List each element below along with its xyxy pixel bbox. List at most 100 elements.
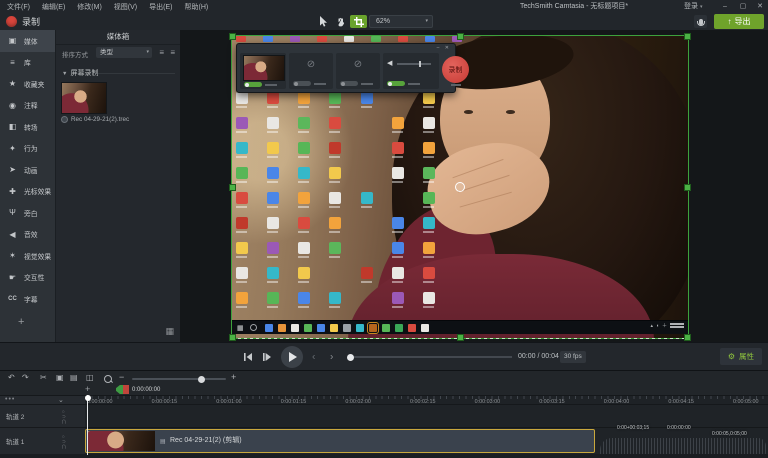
in-marker-icon[interactable] bbox=[116, 385, 123, 394]
taskbar-app-icon bbox=[382, 324, 390, 332]
sidebar-item-cursor-effects[interactable]: ✚光标效果 bbox=[0, 181, 55, 203]
copy-icon[interactable]: ▣ bbox=[56, 373, 64, 382]
ruler-label: 0:00:01:00 bbox=[216, 399, 241, 405]
speaker-icon: ◀ bbox=[7, 230, 18, 239]
desktop-icon bbox=[392, 267, 404, 279]
jump-back-button[interactable]: ‹ bbox=[312, 352, 315, 363]
close-button[interactable]: ✕ bbox=[753, 0, 767, 13]
edit-cursor-tool[interactable] bbox=[314, 15, 331, 28]
desktop-icon bbox=[361, 292, 392, 317]
previous-frame-button[interactable] bbox=[243, 352, 253, 362]
timeline-zoom-icon[interactable] bbox=[104, 375, 112, 383]
desktop-icon bbox=[361, 142, 392, 167]
voice-narration-button[interactable] bbox=[694, 15, 707, 28]
sign-in-button[interactable]: 登录 ▾ bbox=[684, 0, 702, 13]
sidebar-item-library[interactable]: ≡库 bbox=[0, 52, 55, 74]
play-button[interactable] bbox=[281, 346, 303, 368]
sidebar-item-behaviors[interactable]: ✦行为 bbox=[0, 138, 55, 160]
sort-ascending-icon[interactable]: ≡ bbox=[159, 48, 164, 57]
playhead-in-out-marker[interactable]: 0:00:00:00 bbox=[116, 385, 160, 394]
crop-handle-e[interactable] bbox=[684, 184, 691, 191]
track-2-header: 轨道 2 ○⊃⋂ bbox=[0, 405, 85, 428]
sort-by-select[interactable]: 类型▾ bbox=[96, 47, 152, 58]
split-icon[interactable]: ◫ bbox=[86, 373, 94, 382]
track-1-header: 轨道 1 ○⊃⋂ bbox=[0, 428, 85, 455]
screen-recording-group-header[interactable]: ▼屏幕录制 bbox=[62, 68, 98, 78]
ruler-label: 0:00:04:15 bbox=[668, 399, 693, 405]
track-options-icon[interactable]: ••• bbox=[5, 396, 15, 403]
canvas-zoom-select[interactable]: 62% ▾ bbox=[369, 15, 433, 28]
desktop-icon bbox=[236, 167, 248, 179]
maximize-button[interactable]: ▢ bbox=[736, 0, 750, 13]
recorder-titlebar: – ✕ bbox=[237, 44, 455, 52]
animation-arrow-icon: ➤ bbox=[7, 165, 18, 174]
menu-view[interactable]: 视图(V) bbox=[114, 2, 137, 12]
microphone-icon: Ψ bbox=[7, 208, 18, 217]
more-tools-button[interactable]: + bbox=[18, 316, 24, 328]
add-track-button[interactable]: + bbox=[85, 384, 90, 394]
timeline-clip[interactable]: ▤ Rec 04-29-21(2) (剪辑) bbox=[85, 429, 595, 453]
collapse-tracks-icon[interactable]: ⌄ bbox=[58, 396, 64, 404]
sidebar-item-annotations[interactable]: ◉注释 bbox=[0, 95, 55, 117]
sidebar-item-audio-effects[interactable]: ◀音效 bbox=[0, 224, 55, 246]
crop-handle-n[interactable] bbox=[457, 33, 464, 40]
timeline-zoom-slider[interactable] bbox=[132, 378, 226, 380]
crop-tool[interactable] bbox=[350, 15, 367, 28]
track-lock-icon[interactable]: ⋂ bbox=[62, 444, 66, 449]
sidebar-item-voice-narration[interactable]: Ψ旁白 bbox=[0, 202, 55, 224]
cut-icon[interactable]: ✂ bbox=[40, 373, 47, 382]
crop-handle-ne[interactable] bbox=[684, 33, 691, 40]
minimize-button[interactable]: – bbox=[718, 0, 732, 13]
paste-icon[interactable]: ▤ bbox=[70, 373, 78, 382]
properties-button[interactable]: ⚙ 属性 bbox=[720, 348, 762, 365]
timeline-scroll-strip[interactable] bbox=[0, 454, 768, 458]
sidebar-item-captions[interactable]: CC字幕 bbox=[0, 288, 55, 310]
crop-handle-nw[interactable] bbox=[229, 33, 236, 40]
jump-forward-button[interactable]: › bbox=[330, 352, 333, 363]
crop-handle-s[interactable] bbox=[457, 334, 464, 341]
zoom-out-button[interactable]: − bbox=[119, 372, 124, 382]
zoom-slider-handle[interactable] bbox=[198, 376, 205, 383]
timeline-ruler[interactable]: ••• ⌄ 0:00:00:000:00:00:150:00:01:000:00… bbox=[0, 395, 768, 405]
menu-modify[interactable]: 修改(M) bbox=[77, 2, 102, 12]
sidebar-item-media[interactable]: ▣媒体 bbox=[0, 30, 55, 52]
track-lock-icon[interactable]: ⋂ bbox=[62, 419, 66, 424]
sidebar-item-animations[interactable]: ➤动画 bbox=[0, 159, 55, 181]
redo-icon[interactable]: ↷ bbox=[22, 373, 29, 382]
recorder-record-section: 录制 bbox=[442, 53, 469, 89]
playhead-handle[interactable] bbox=[85, 395, 91, 401]
track-2-lane[interactable] bbox=[85, 405, 768, 428]
media-item-thumbnail[interactable] bbox=[61, 82, 107, 114]
crop-handle-sw[interactable] bbox=[229, 334, 236, 341]
desktop-icon bbox=[267, 117, 279, 129]
media-item[interactable]: Rec 04-29-21(2).trec bbox=[61, 116, 129, 123]
undo-icon[interactable]: ↶ bbox=[8, 373, 15, 382]
desktop-icon bbox=[423, 242, 435, 254]
playhead-line[interactable] bbox=[87, 395, 88, 455]
menu-help[interactable]: 帮助(H) bbox=[184, 2, 208, 12]
desktop-icon bbox=[392, 92, 423, 117]
out-marker-icon[interactable] bbox=[123, 385, 129, 394]
zoom-in-button[interactable]: + bbox=[231, 372, 236, 382]
crop-handle-se[interactable] bbox=[684, 334, 691, 341]
menu-export[interactable]: 导出(E) bbox=[149, 2, 172, 12]
crop-icon bbox=[354, 17, 364, 27]
crop-handle-w[interactable] bbox=[229, 184, 236, 191]
menu-edit[interactable]: 编辑(E) bbox=[42, 2, 65, 12]
export-button[interactable]: ↑ 导出 bbox=[714, 14, 764, 29]
sidebar-item-visual-effects[interactable]: ✶视觉效果 bbox=[0, 245, 55, 267]
grid-view-icon[interactable]: ▦ bbox=[165, 326, 174, 337]
video-preview[interactable]: – ✕ ⊘ ⊘ bbox=[232, 36, 688, 338]
sidebar-item-favorites[interactable]: ★收藏夹 bbox=[0, 73, 55, 95]
pan-tool[interactable] bbox=[332, 15, 349, 28]
ruler-label: 0:00:03:15 bbox=[539, 399, 564, 405]
next-frame-button[interactable] bbox=[262, 352, 272, 362]
sort-descending-icon[interactable]: ≡ bbox=[170, 48, 175, 57]
sidebar-item-transitions[interactable]: ◧转场 bbox=[0, 116, 55, 138]
menu-file[interactable]: 文件(F) bbox=[7, 2, 30, 12]
crop-center-handle[interactable] bbox=[455, 182, 465, 192]
scrubber-handle[interactable] bbox=[347, 354, 354, 361]
record-button[interactable]: 录制 bbox=[6, 15, 40, 28]
sidebar-item-interactivity[interactable]: ☛交互性 bbox=[0, 267, 55, 289]
preview-scrubber[interactable] bbox=[350, 356, 512, 358]
